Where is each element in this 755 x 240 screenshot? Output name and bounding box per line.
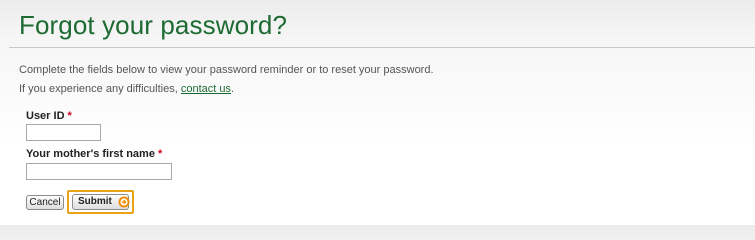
required-marker: * [157,148,163,160]
mother-name-label: Your mother's first name * [26,148,162,160]
cancel-button[interactable]: Cancel [26,195,64,210]
mother-name-input[interactable] [26,163,172,180]
help-text-prefix: If you experience any difficulties, [19,83,181,95]
intro-text: Complete the fields below to view your p… [19,64,434,76]
submit-button[interactable]: Submit [72,194,130,210]
arrow-right-circle-icon [118,196,130,208]
title-divider [9,47,755,48]
contact-us-link[interactable]: contact us [181,83,231,95]
user-id-input[interactable] [26,124,101,141]
help-text-suffix: . [230,83,235,95]
user-id-label-text: User ID [26,110,65,122]
user-id-label: User ID * [26,110,72,122]
required-marker: * [67,110,72,122]
submit-button-label: Submit [78,196,112,207]
page-title: Forgot your password? [19,10,288,40]
help-text: If you experience any difficulties, cont… [19,83,234,95]
mother-name-label-text: Your mother's first name [26,148,155,160]
